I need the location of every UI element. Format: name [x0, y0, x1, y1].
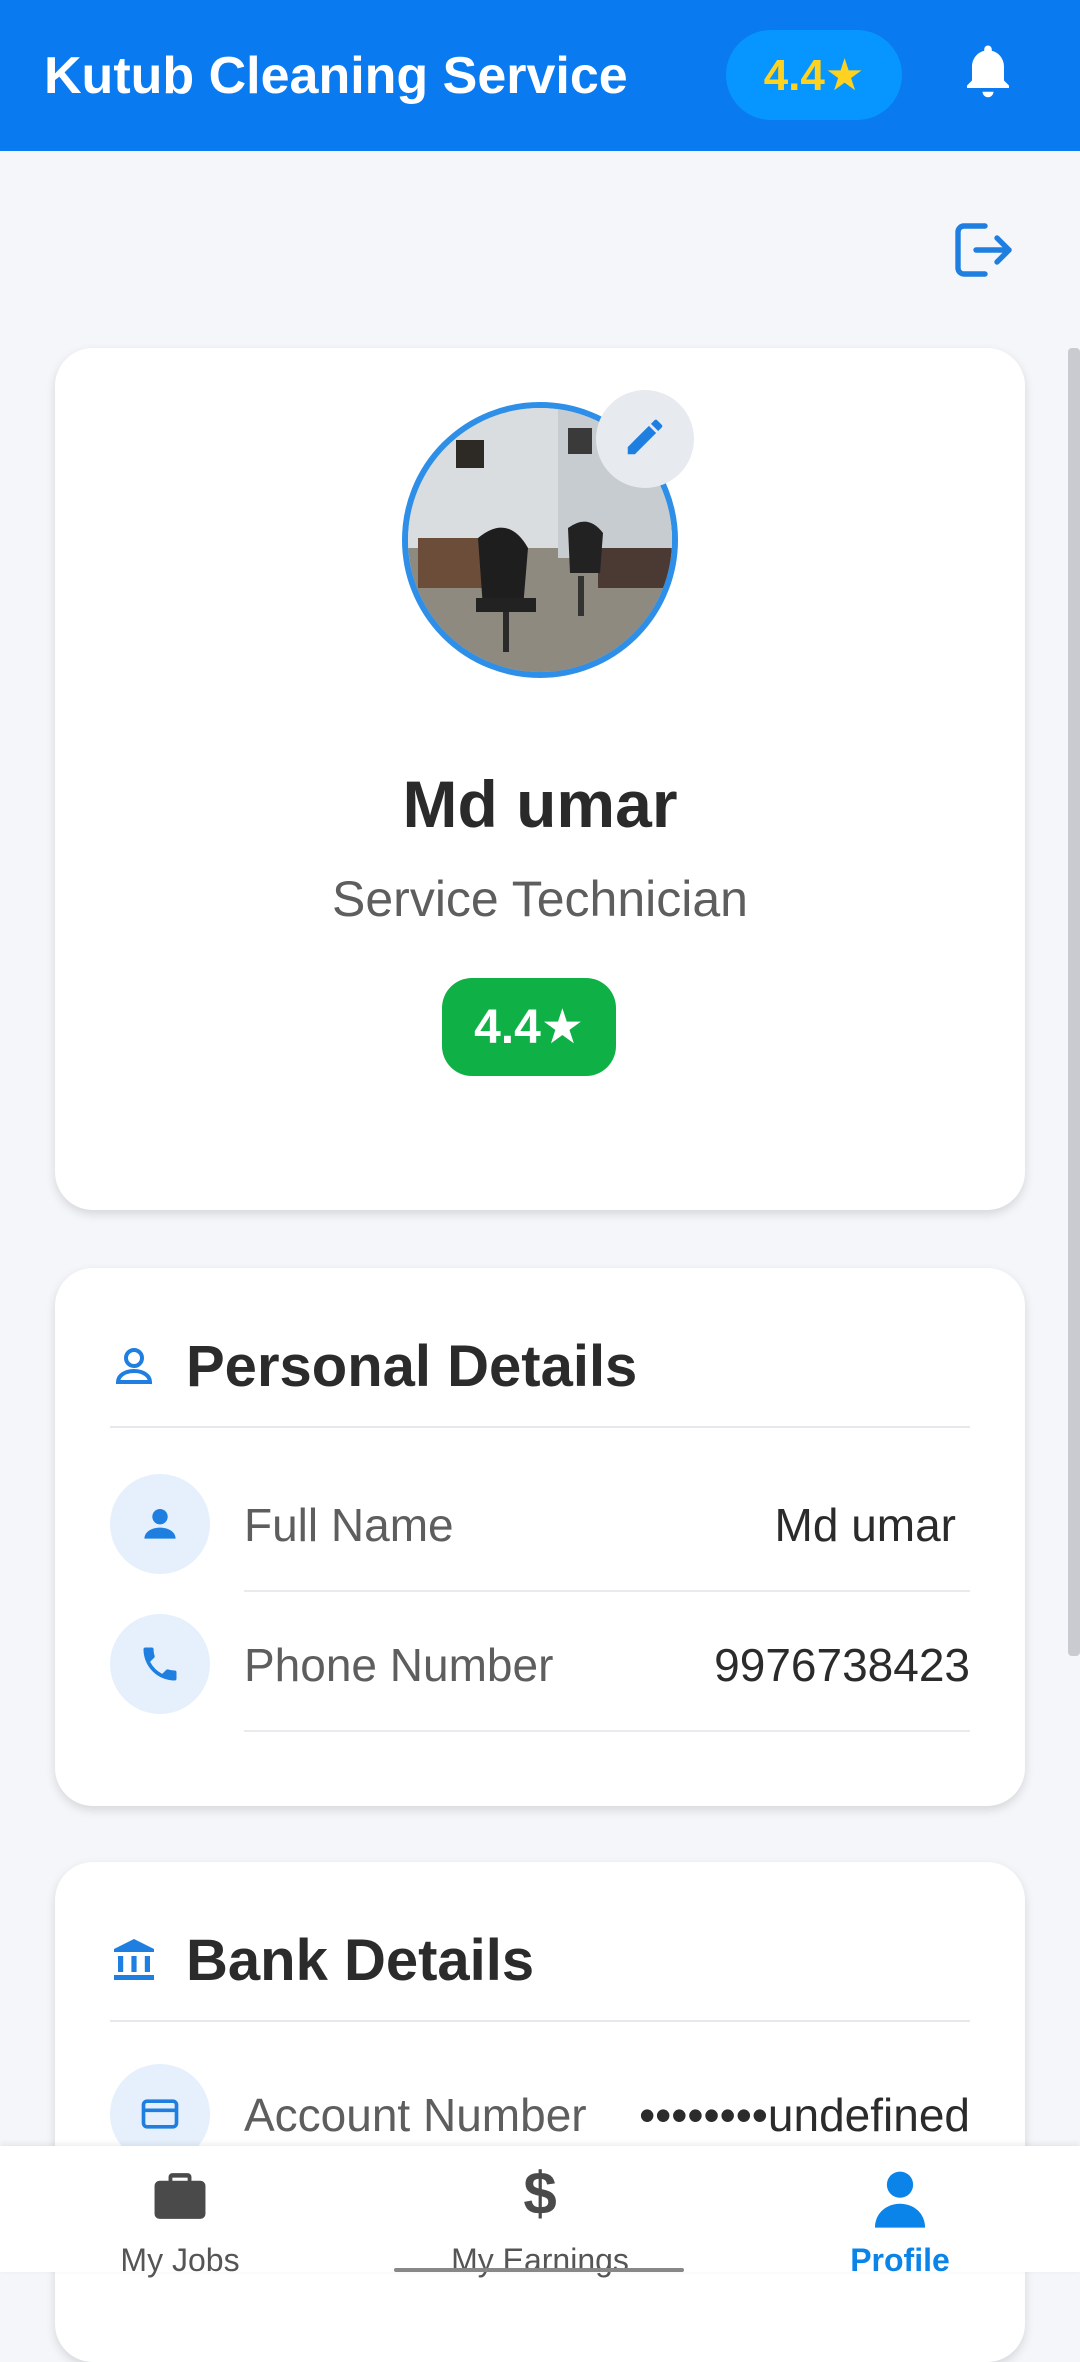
- personal-details-card: Personal Details Full Name Md umar Phone…: [55, 1268, 1025, 1806]
- row-value: ••••••••undefined: [639, 2089, 970, 2141]
- personal-details-header: Personal Details: [110, 1326, 637, 1406]
- dollar-icon: $: [523, 2160, 557, 2227]
- nav-item-my-earnings[interactable]: $ My Earnings: [360, 2146, 720, 2279]
- app-title: Kutub Cleaning Service: [44, 47, 628, 105]
- person-outline-icon: [110, 1342, 158, 1390]
- bank-details-card: Bank Details Account Number ••••••••unde…: [55, 1862, 1025, 2362]
- briefcase-icon: [149, 2168, 211, 2229]
- logout-icon[interactable]: [946, 214, 1018, 286]
- phone-icon: [110, 1614, 210, 1714]
- notification-bell-icon[interactable]: [958, 40, 1018, 106]
- divider: [110, 2020, 970, 2022]
- detail-row-phone: Phone Number 9976738423: [110, 1592, 970, 1732]
- bottom-navigation: My Jobs $ My Earnings Profile: [0, 2146, 1080, 2279]
- divider: [110, 1426, 970, 1428]
- row-label: Phone Number: [244, 1639, 554, 1691]
- person-icon: [871, 2168, 929, 2235]
- row-value: 9976738423: [714, 1639, 970, 1691]
- detail-row-full-name: Full Name Md umar: [110, 1452, 970, 1592]
- nav-label: My Jobs: [120, 2242, 240, 2278]
- edit-photo-button[interactable]: [596, 390, 694, 488]
- row-value: Md umar: [774, 1499, 956, 1551]
- home-indicator: [394, 2268, 684, 2272]
- profile-name: Md umar: [402, 767, 678, 841]
- section-title: Bank Details: [186, 1927, 535, 1993]
- profile-card: Md umar Service Technician 4.4★: [55, 348, 1025, 1210]
- profile-role: Service Technician: [332, 871, 748, 927]
- nav-item-my-jobs[interactable]: My Jobs: [0, 2146, 360, 2278]
- nav-label: Profile: [850, 2242, 950, 2278]
- rating-badge: 4.4★: [442, 978, 616, 1076]
- app-header: Kutub Cleaning Service 4.4★: [0, 0, 1080, 151]
- bank-icon: [110, 1936, 158, 1984]
- header-rating-badge[interactable]: 4.4★: [726, 30, 902, 120]
- pencil-icon: [622, 414, 668, 465]
- nav-label: My Earnings: [451, 2242, 629, 2278]
- nav-item-profile[interactable]: Profile: [720, 2146, 1080, 2278]
- scrollbar[interactable]: [1068, 348, 1080, 1656]
- bank-details-header: Bank Details: [110, 1920, 534, 2000]
- person-icon: [110, 1474, 210, 1574]
- row-label: Full Name: [244, 1499, 454, 1551]
- section-title: Personal Details: [186, 1333, 638, 1399]
- row-label: Account Number: [244, 2089, 587, 2141]
- divider: [244, 1730, 970, 1732]
